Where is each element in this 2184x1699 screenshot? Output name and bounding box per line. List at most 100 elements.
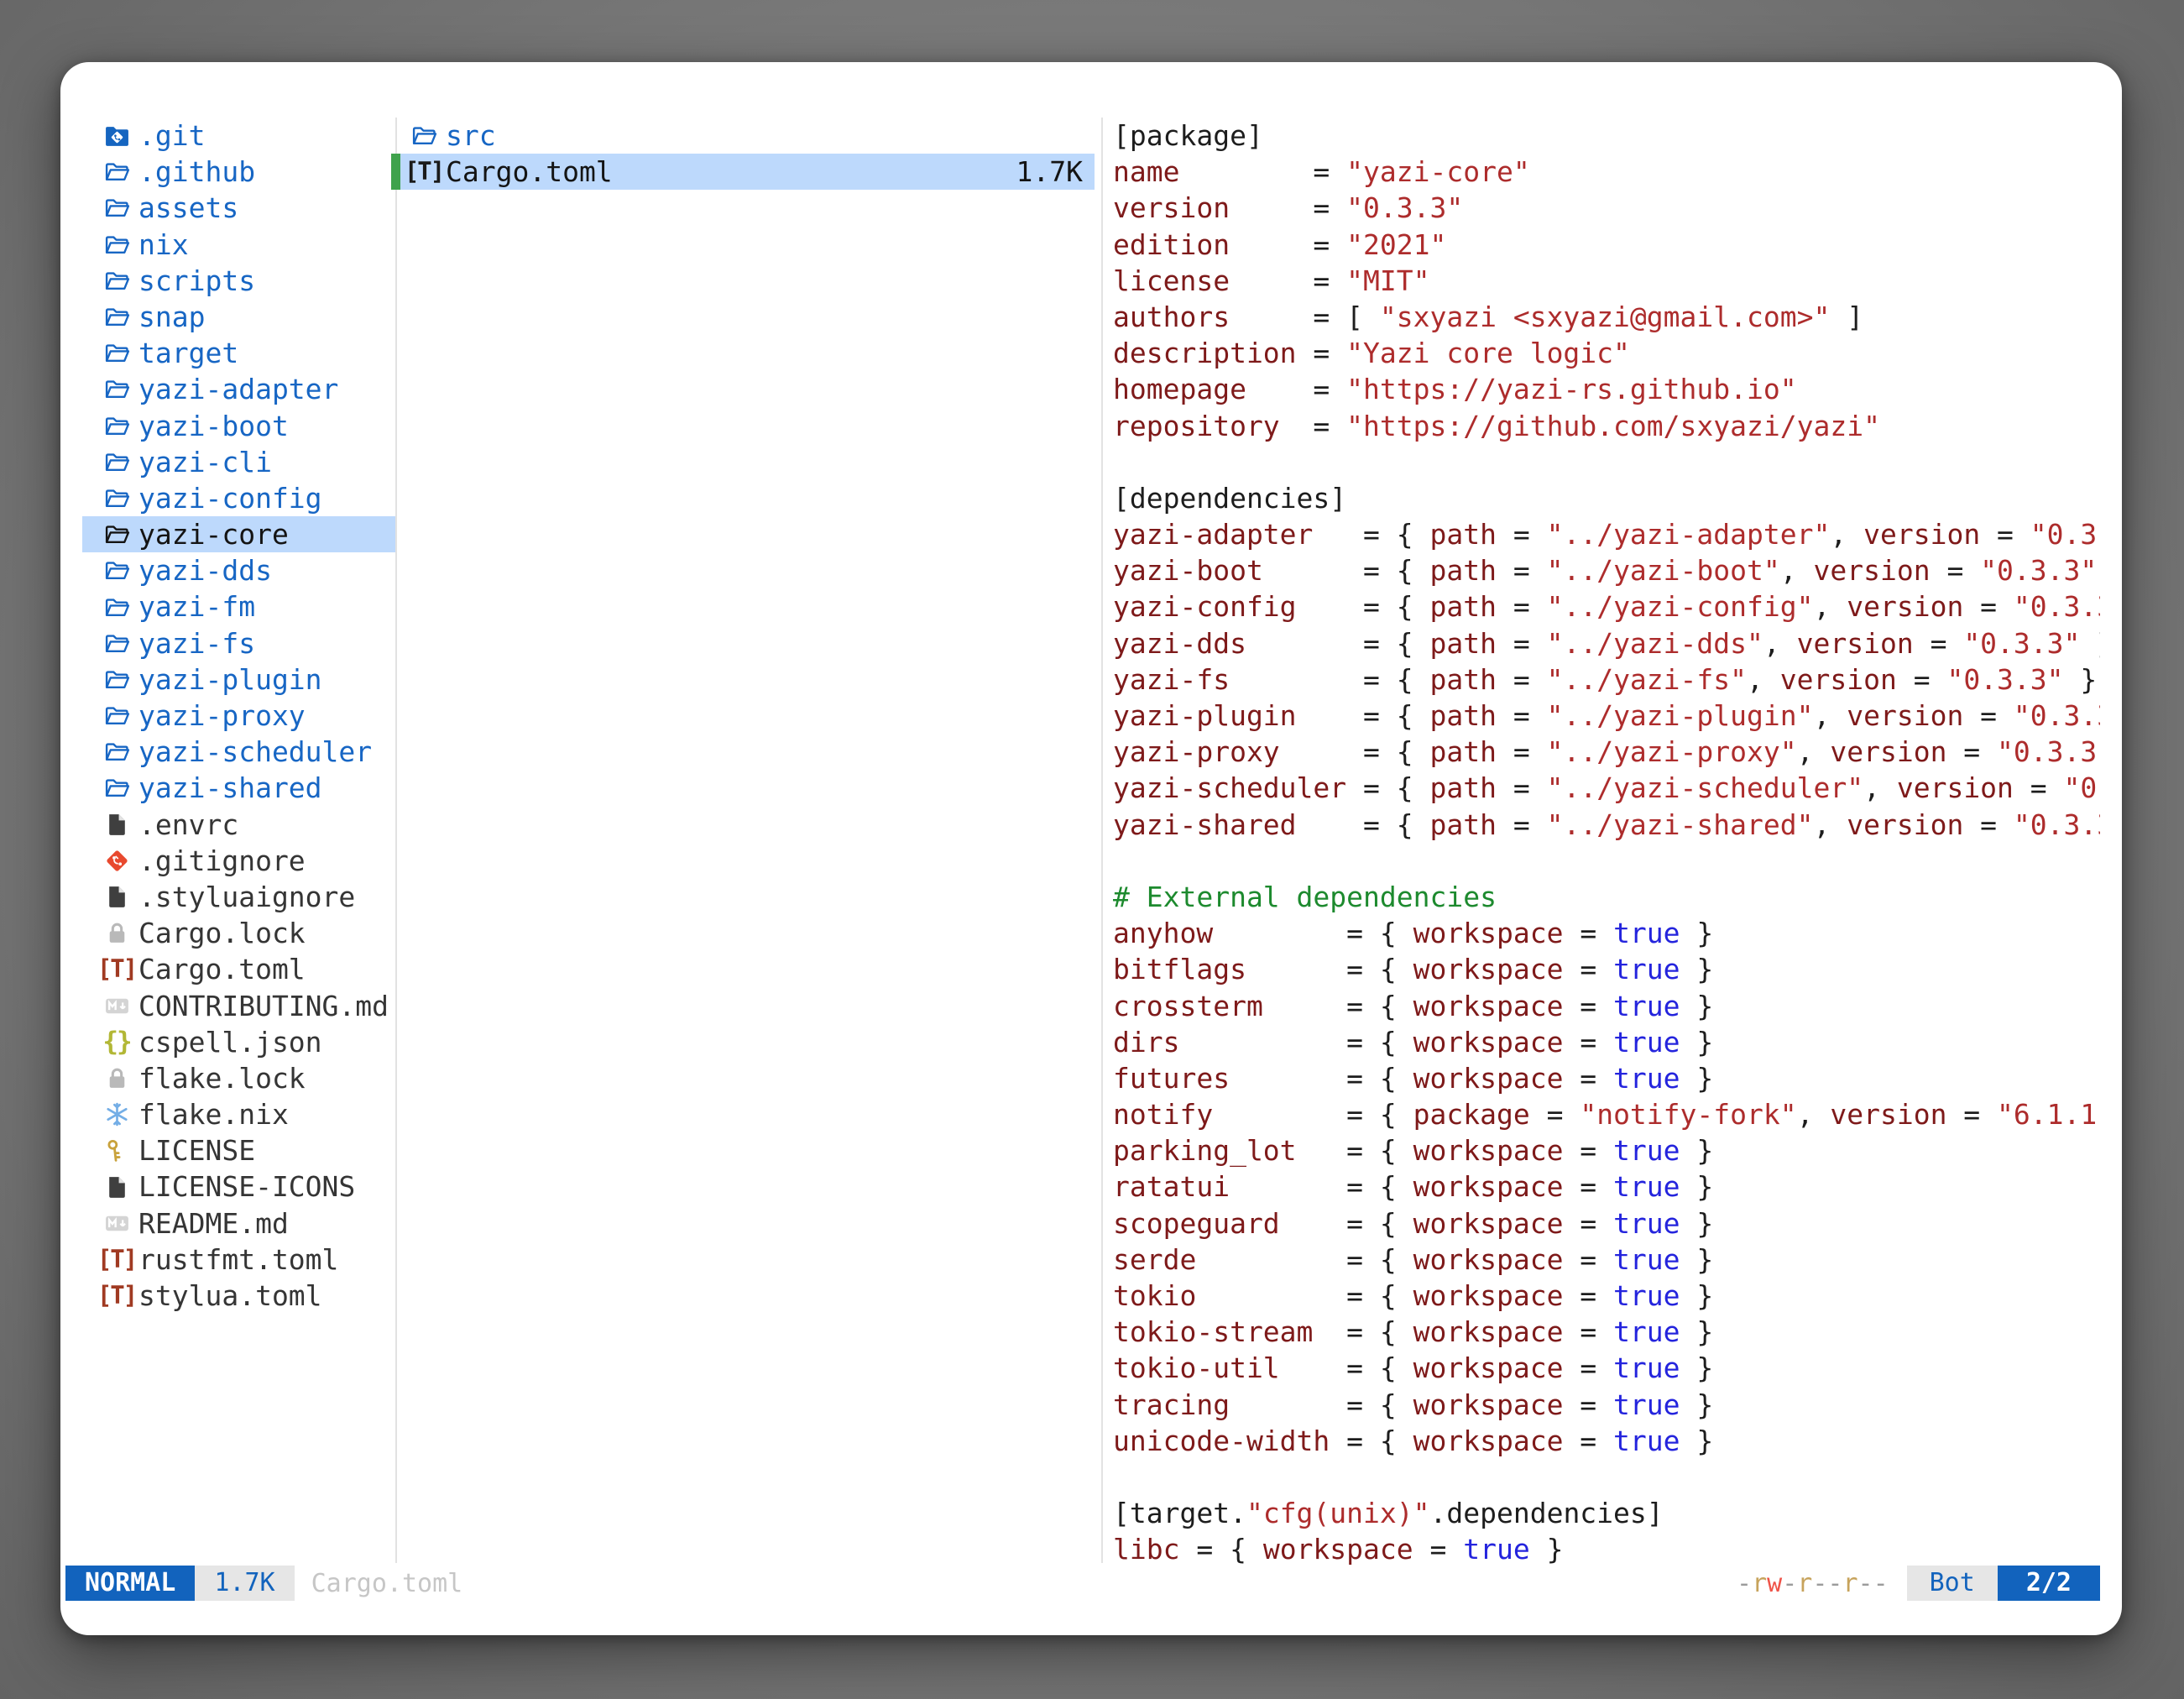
preview-line: scopeguard = { workspace = true }	[1113, 1205, 2100, 1242]
preview-line: tokio = { workspace = true }	[1113, 1278, 2100, 1314]
parent-item-cargo-lock[interactable]: Cargo.lock	[82, 915, 396, 951]
file-label: yazi-scheduler	[138, 734, 372, 770]
folder-icon	[102, 230, 131, 259]
file-label: yazi-proxy	[138, 698, 306, 734]
parent-item-nix[interactable]: nix	[82, 227, 396, 263]
parent-item-stylua-toml[interactable]: [T]stylua.toml	[82, 1278, 396, 1314]
toml-icon: [T]	[102, 955, 131, 984]
parent-item-assets[interactable]: assets	[82, 190, 396, 226]
parent-item-yazi-fm[interactable]: yazi-fm	[82, 588, 396, 625]
preview-line: license = "MIT"	[1113, 263, 2100, 299]
file-label: flake.nix	[138, 1096, 289, 1132]
parent-item--envrc[interactable]: .envrc	[82, 807, 396, 843]
mode-badge: NORMAL	[65, 1566, 195, 1601]
file-label: yazi-dds	[138, 552, 272, 588]
parent-item--github[interactable]: .github	[82, 154, 396, 190]
folder-icon	[102, 557, 131, 585]
preview-line: [dependencies]	[1113, 480, 2100, 516]
preview-line: authors = [ "sxyazi <sxyazi@gmail.com>" …	[1113, 299, 2100, 335]
file-label: stylua.toml	[138, 1278, 322, 1314]
parent-item-cargo-toml[interactable]: [T]Cargo.toml	[82, 951, 396, 987]
parent-item-snap[interactable]: snap	[82, 299, 396, 335]
parent-item-yazi-shared[interactable]: yazi-shared	[82, 770, 396, 806]
parent-item-yazi-dds[interactable]: yazi-dds	[82, 552, 396, 588]
scroll-position-badge: Bot	[1907, 1566, 1998, 1601]
folder-icon	[102, 738, 131, 766]
folder-icon	[102, 629, 131, 657]
file-label: CONTRIBUTING.md	[138, 988, 389, 1024]
current-directory-pane: src[T]Cargo.toml1.7K	[400, 118, 1095, 190]
preview-line: yazi-shared = { path = "../yazi-shared",…	[1113, 807, 2100, 843]
parent-item-yazi-fs[interactable]: yazi-fs	[82, 625, 396, 661]
parent-item-yazi-core[interactable]: yazi-core	[82, 516, 396, 552]
parent-item-contributing-md[interactable]: CONTRIBUTING.md	[82, 988, 396, 1024]
parent-item-scripts[interactable]: scripts	[82, 263, 396, 299]
parent-item-yazi-plugin[interactable]: yazi-plugin	[82, 661, 396, 698]
folder-icon	[102, 339, 131, 368]
parent-item-yazi-scheduler[interactable]: yazi-scheduler	[82, 734, 396, 770]
parent-item-flake-lock[interactable]: flake.lock	[82, 1060, 396, 1096]
file-label: .gitignore	[138, 843, 306, 879]
preview-line	[1113, 444, 2100, 480]
preview-line: anyhow = { workspace = true }	[1113, 915, 2100, 951]
folder-icon	[102, 266, 131, 295]
file-label: yazi-adapter	[138, 371, 338, 407]
preview-line: notify = { package = "notify-fork", vers…	[1113, 1096, 2100, 1132]
file-label: yazi-fm	[138, 588, 255, 625]
json-icon: {}	[102, 1027, 131, 1056]
parent-item--gitignore[interactable]: .gitignore	[82, 843, 396, 879]
parent-directory-pane: .git.githubassetsnixscriptssnaptargetyaz…	[82, 118, 396, 1314]
file-label: LICENSE	[138, 1132, 255, 1168]
preview-line: yazi-boot = { path = "../yazi-boot", ver…	[1113, 552, 2100, 588]
preview-line: yazi-proxy = { path = "../yazi-proxy", v…	[1113, 734, 2100, 770]
preview-line: libc = { workspace = true }	[1113, 1531, 2100, 1567]
preview-line: homepage = "https://yazi-rs.github.io"	[1113, 371, 2100, 407]
lock-icon	[102, 919, 131, 948]
file-label: rustfmt.toml	[138, 1242, 338, 1278]
preview-line: yazi-adapter = { path = "../yazi-adapter…	[1113, 516, 2100, 552]
preview-line: tokio-stream = { workspace = true }	[1113, 1314, 2100, 1350]
preview-line: description = "Yazi core logic"	[1113, 335, 2100, 371]
status-right: -rw-r--r-- Bot 2/2	[1737, 1566, 2100, 1601]
preview-line	[1113, 843, 2100, 879]
file-label: .envrc	[138, 807, 238, 843]
parent-item-cspell-json[interactable]: {}cspell.json	[82, 1024, 396, 1060]
parent-item-yazi-cli[interactable]: yazi-cli	[82, 444, 396, 480]
markdown-icon	[102, 1209, 131, 1237]
status-filename: Cargo.toml	[311, 1569, 463, 1598]
folder-icon	[102, 484, 131, 512]
file-size-badge: 1.7K	[195, 1566, 294, 1601]
file-size: 1.7K	[1016, 154, 1083, 190]
pane-separator	[395, 118, 397, 1563]
parent-item--styluaignore[interactable]: .styluaignore	[82, 879, 396, 915]
preview-line: [package]	[1113, 118, 2100, 154]
parent-item-yazi-proxy[interactable]: yazi-proxy	[82, 698, 396, 734]
preview-line	[1113, 1459, 2100, 1495]
current-item-cargo-toml[interactable]: [T]Cargo.toml1.7K	[400, 154, 1095, 190]
preview-line: yazi-config = { path = "../yazi-config",…	[1113, 588, 2100, 625]
parent-item-target[interactable]: target	[82, 335, 396, 371]
git-folder-icon	[102, 122, 131, 150]
folder-icon	[102, 303, 131, 332]
parent-item--git[interactable]: .git	[82, 118, 396, 154]
file-label: yazi-plugin	[138, 661, 322, 698]
parent-item-rustfmt-toml[interactable]: [T]rustfmt.toml	[82, 1242, 396, 1278]
current-item-src[interactable]: src	[400, 118, 1095, 154]
parent-item-yazi-config[interactable]: yazi-config	[82, 480, 396, 516]
parent-item-readme-md[interactable]: README.md	[82, 1205, 396, 1242]
folder-icon	[102, 194, 131, 222]
file-label: target	[138, 335, 238, 371]
parent-item-license[interactable]: LICENSE	[82, 1132, 396, 1168]
preview-line: [target."cfg(unix)".dependencies]	[1113, 1495, 2100, 1531]
toml-icon: [T]	[102, 1245, 131, 1273]
folder-icon	[102, 774, 131, 802]
parent-item-license-icons[interactable]: LICENSE-ICONS	[82, 1168, 396, 1205]
preview-line: yazi-plugin = { path = "../yazi-plugin",…	[1113, 698, 2100, 734]
file-label: scripts	[138, 263, 255, 299]
preview-line: version = "0.3.3"	[1113, 190, 2100, 226]
parent-item-flake-nix[interactable]: flake.nix	[82, 1096, 396, 1132]
file-preview-pane: [package]name = "yazi-core"version = "0.…	[1113, 118, 2100, 1568]
parent-item-yazi-boot[interactable]: yazi-boot	[82, 408, 396, 444]
markdown-icon	[102, 991, 131, 1020]
parent-item-yazi-adapter[interactable]: yazi-adapter	[82, 371, 396, 407]
